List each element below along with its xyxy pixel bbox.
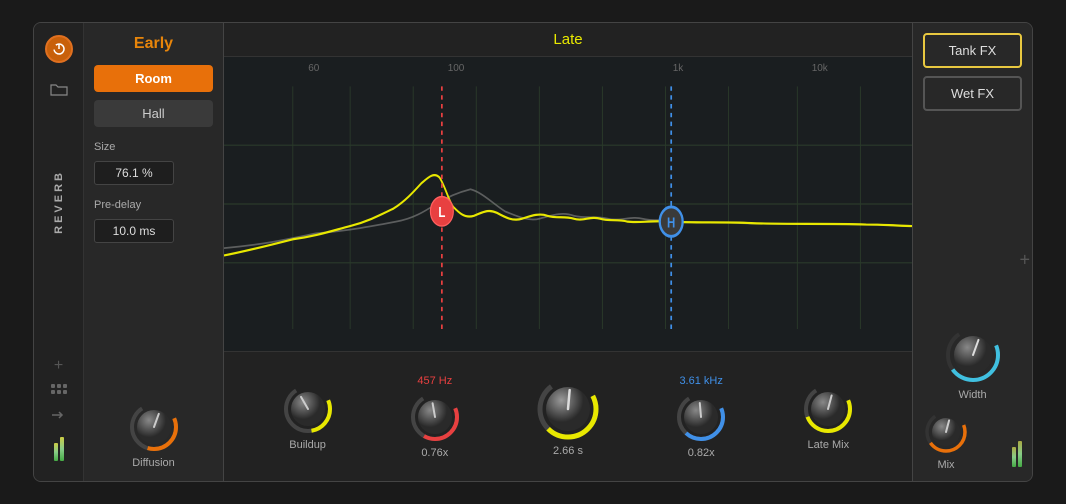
early-panel: Early Room Hall Size 76.1 % Pre-delay 10… xyxy=(84,23,224,481)
highfreq-label: 0.82x xyxy=(688,447,715,459)
svg-text:L: L xyxy=(438,204,445,221)
predelay-label: Pre-delay xyxy=(94,199,213,211)
width-label: Width xyxy=(958,389,986,401)
late-header: Late xyxy=(224,23,912,57)
wet-fx-button[interactable]: Wet FX xyxy=(923,76,1022,111)
decay-group: 2.66 s xyxy=(536,377,600,457)
grid-button[interactable] xyxy=(51,383,67,399)
buildup-knob[interactable] xyxy=(282,383,334,435)
buildup-label: Buildup xyxy=(289,439,326,451)
main-area: Late 60 100 1k 10k xyxy=(224,23,912,481)
left-meter xyxy=(54,431,64,461)
sidebar-left: REVERB + xyxy=(34,23,84,481)
highfreq-knob[interactable] xyxy=(675,391,727,443)
sidebar-bottom: + xyxy=(51,357,67,461)
lowfreq-group: 457 Hz 0.76x xyxy=(409,375,461,459)
highfreq-group: 3.61 kHz 0.82x xyxy=(675,375,727,459)
diffusion-label: Diffusion xyxy=(132,457,175,469)
folder-button[interactable] xyxy=(45,75,73,103)
high-freq-value: 3.61 kHz xyxy=(679,375,722,387)
eq-display: 60 100 1k 10k xyxy=(224,57,912,351)
lowfreq-knob[interactable] xyxy=(409,391,461,443)
svg-text:H: H xyxy=(667,214,675,231)
latemix-label: Late Mix xyxy=(808,439,850,451)
tank-fx-button[interactable]: Tank FX xyxy=(923,33,1022,68)
arrow-button[interactable] xyxy=(52,407,66,423)
buildup-group: Buildup xyxy=(282,383,334,451)
mix-section: Mix xyxy=(923,409,969,471)
right-plus-icon[interactable]: + xyxy=(1019,250,1030,271)
lowfreq-label: 0.76x xyxy=(421,447,448,459)
power-button[interactable] xyxy=(45,35,73,63)
reverb-label: REVERB xyxy=(53,170,65,234)
right-panel: Tank FX Wet FX + Width xyxy=(912,23,1032,481)
latemix-group: Late Mix xyxy=(802,383,854,451)
early-title: Early xyxy=(94,35,213,53)
decay-label: 2.66 s xyxy=(553,445,583,457)
diffusion-section: Diffusion xyxy=(94,401,213,469)
eq-curve: L H xyxy=(224,57,912,351)
low-freq-value: 457 Hz xyxy=(417,375,452,387)
right-meter xyxy=(1012,437,1022,467)
add-button[interactable]: + xyxy=(54,357,63,375)
decay-knob[interactable] xyxy=(536,377,600,441)
size-label: Size xyxy=(94,141,213,153)
width-section: Width xyxy=(943,325,1003,401)
hall-button[interactable]: Hall xyxy=(94,100,213,127)
knobs-row: Buildup 457 Hz 0.76x xyxy=(224,351,912,481)
mix-knob[interactable] xyxy=(923,409,969,455)
width-knob[interactable] xyxy=(943,325,1003,385)
diffusion-knob[interactable] xyxy=(128,401,180,453)
predelay-value[interactable]: 10.0 ms xyxy=(94,219,174,243)
size-value[interactable]: 76.1 % xyxy=(94,161,174,185)
mix-label: Mix xyxy=(937,459,954,471)
room-button[interactable]: Room xyxy=(94,65,213,92)
late-title: Late xyxy=(553,31,582,48)
latemix-knob[interactable] xyxy=(802,383,854,435)
plugin-container: REVERB + xyxy=(33,22,1033,482)
